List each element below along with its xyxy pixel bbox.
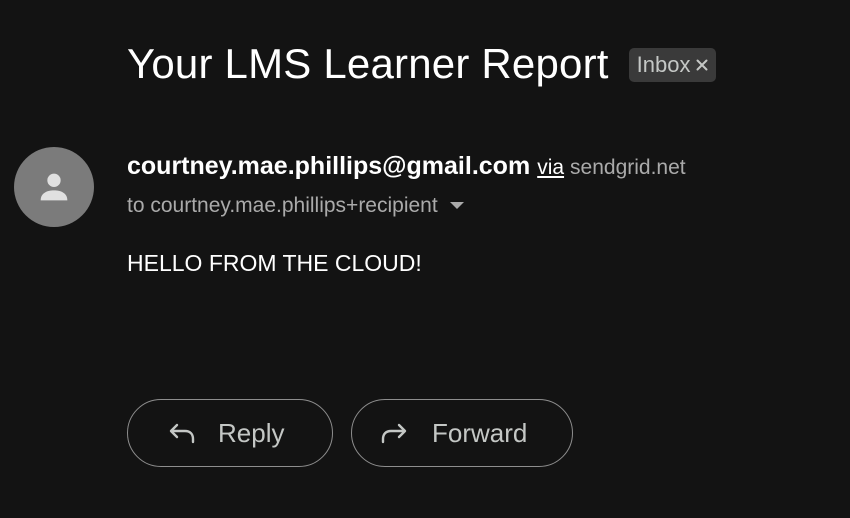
forward-button[interactable]: Forward [351,399,573,467]
person-icon [40,173,68,201]
via-domain: sendgrid.net [570,156,686,179]
email-body: HELLO FROM THE CLOUD! [127,250,422,276]
sender-email[interactable]: courtney.mae.phillips@gmail.com [127,152,530,181]
sender-avatar[interactable] [14,147,94,227]
caret-down-icon[interactable] [449,202,464,210]
inbox-label-text: Inbox [636,52,691,77]
via-link[interactable]: via [537,156,564,180]
inbox-label-chip[interactable]: Inbox [628,48,717,82]
email-subject: Your LMS Learner Report [127,40,609,87]
close-icon[interactable] [696,59,708,71]
subject-row: Your LMS Learner Report Inbox [127,38,717,90]
recipient-line: to courtney.mae.phillips+recipient [127,194,438,217]
reply-button[interactable]: Reply [127,399,333,467]
forward-label: Forward [432,417,528,448]
recipient-row: to courtney.mae.phillips+recipient [127,194,464,218]
reply-arrow-icon [168,421,196,445]
forward-arrow-icon [380,421,408,445]
reply-label: Reply [218,417,285,448]
sender-row: courtney.mae.phillips@gmail.com via send… [127,152,686,181]
